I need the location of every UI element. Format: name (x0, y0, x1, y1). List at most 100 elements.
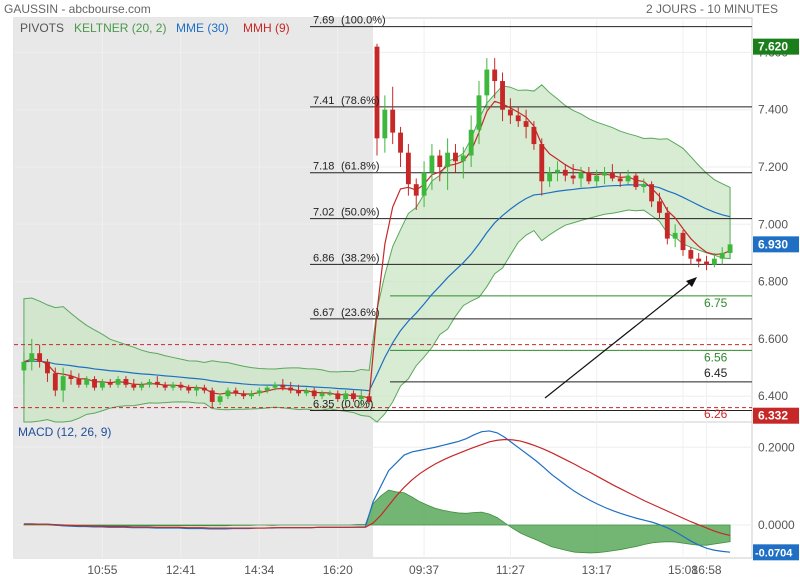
candle-body[interactable] (280, 384, 286, 388)
candle-body[interactable] (413, 184, 419, 196)
candle-body[interactable] (194, 387, 199, 391)
candle-body[interactable] (233, 390, 239, 394)
candle-body[interactable] (68, 376, 74, 380)
candle-body[interactable] (272, 384, 278, 388)
time-tick-label: 10:55 (87, 563, 117, 577)
candle-body[interactable] (303, 390, 309, 394)
candle-body[interactable] (421, 172, 427, 196)
candle-body[interactable] (523, 121, 529, 127)
candle-body[interactable] (390, 109, 396, 133)
candle-body[interactable] (711, 258, 717, 265)
candle-body[interactable] (641, 184, 647, 188)
candle-body[interactable] (570, 175, 576, 179)
candle-body[interactable] (115, 379, 121, 385)
candle-body[interactable] (531, 126, 537, 145)
candle-body[interactable] (382, 109, 388, 139)
candle-body[interactable] (170, 384, 176, 388)
candle-body[interactable] (617, 178, 623, 182)
candle-body[interactable] (657, 201, 662, 213)
candle-body[interactable] (147, 381, 152, 385)
candle-body[interactable] (515, 115, 521, 122)
candle-body[interactable] (131, 384, 137, 388)
candle-body[interactable] (649, 184, 655, 202)
candle-body[interactable] (555, 169, 560, 173)
candle-body[interactable] (264, 387, 270, 391)
candle-body[interactable] (727, 244, 733, 253)
candle-body[interactable] (429, 155, 435, 173)
candle-body[interactable] (719, 252, 725, 259)
time-tick-label: 11:27 (496, 563, 525, 577)
candle-body[interactable] (154, 381, 160, 385)
candle-body[interactable] (209, 390, 215, 402)
fib-level-pct: (0.0%) (341, 399, 373, 411)
candle-body[interactable] (602, 172, 607, 176)
candle-body[interactable] (249, 393, 254, 397)
candle-body[interactable] (21, 361, 27, 371)
candle-body[interactable] (319, 393, 325, 397)
candle-body[interactable] (327, 393, 333, 395)
legend-pivots: PIVOTS (20, 21, 64, 35)
candle-body[interactable] (468, 129, 474, 156)
candle-body[interactable] (405, 152, 411, 185)
candle-body[interactable] (99, 381, 105, 388)
candle-body[interactable] (437, 155, 443, 167)
candle-body[interactable] (178, 384, 184, 388)
candle-body[interactable] (92, 379, 97, 388)
candle-body[interactable] (445, 152, 451, 167)
candle-body[interactable] (123, 379, 129, 385)
candle-body[interactable] (562, 169, 568, 176)
candle-body[interactable] (76, 379, 82, 385)
candle-body[interactable] (594, 175, 600, 182)
candle-body[interactable] (688, 250, 694, 259)
candle-body[interactable] (107, 381, 113, 385)
candle-body[interactable] (507, 109, 513, 116)
candle-body[interactable] (460, 155, 466, 162)
candle-body[interactable] (60, 376, 66, 391)
candle-body[interactable] (633, 175, 639, 188)
candle-body[interactable] (398, 132, 403, 153)
candle-body[interactable] (256, 390, 262, 394)
candle-body[interactable] (311, 390, 317, 397)
candle-body[interactable] (241, 393, 247, 397)
pivot-label: 6.45 (704, 366, 728, 380)
candle-body[interactable] (586, 172, 592, 182)
candle-body[interactable] (186, 387, 192, 391)
candle-body[interactable] (453, 152, 458, 162)
candle-body[interactable] (547, 172, 553, 182)
candle-body[interactable] (52, 373, 58, 391)
time-tick-label: 16:20 (323, 563, 353, 577)
candle-body[interactable] (29, 353, 35, 362)
candle-body[interactable] (37, 353, 43, 362)
candle-body[interactable] (578, 172, 584, 179)
candle-body[interactable] (374, 46, 380, 139)
candle-body[interactable] (139, 384, 145, 388)
candle-body[interactable] (672, 232, 678, 239)
stock-chart[interactable]: 7.6007.4007.2007.0006.8006.6006.40010:55… (0, 0, 800, 580)
candle-body[interactable] (225, 390, 231, 397)
candle-body[interactable] (539, 144, 545, 182)
fib-level-pct: (50.0%) (341, 207, 380, 219)
candle-body[interactable] (492, 69, 498, 82)
candle-body[interactable] (704, 261, 709, 265)
candle-body[interactable] (625, 175, 631, 182)
candle-body[interactable] (288, 387, 294, 391)
price-tick-label: 6.800 (758, 275, 788, 289)
fib-level-price: 7.02 (313, 207, 334, 219)
candle-body[interactable] (296, 390, 301, 394)
candle-body[interactable] (45, 361, 50, 374)
candle-body[interactable] (680, 232, 686, 251)
candle-body[interactable] (84, 379, 90, 385)
fib-level-pct: (100.0%) (341, 15, 386, 27)
candle-body[interactable] (664, 212, 670, 239)
candle-body[interactable] (484, 69, 490, 96)
candle-body[interactable] (335, 393, 341, 400)
time-tick-label: 16:58 (692, 563, 722, 577)
candle-body[interactable] (696, 258, 702, 262)
candle-body[interactable] (201, 387, 207, 391)
candle-body[interactable] (476, 95, 482, 130)
candle-body[interactable] (162, 384, 168, 388)
candle-body[interactable] (500, 81, 505, 110)
candle-body[interactable] (217, 396, 223, 402)
candle-body[interactable] (609, 172, 615, 179)
legend-mme: MME (30) (176, 21, 229, 35)
